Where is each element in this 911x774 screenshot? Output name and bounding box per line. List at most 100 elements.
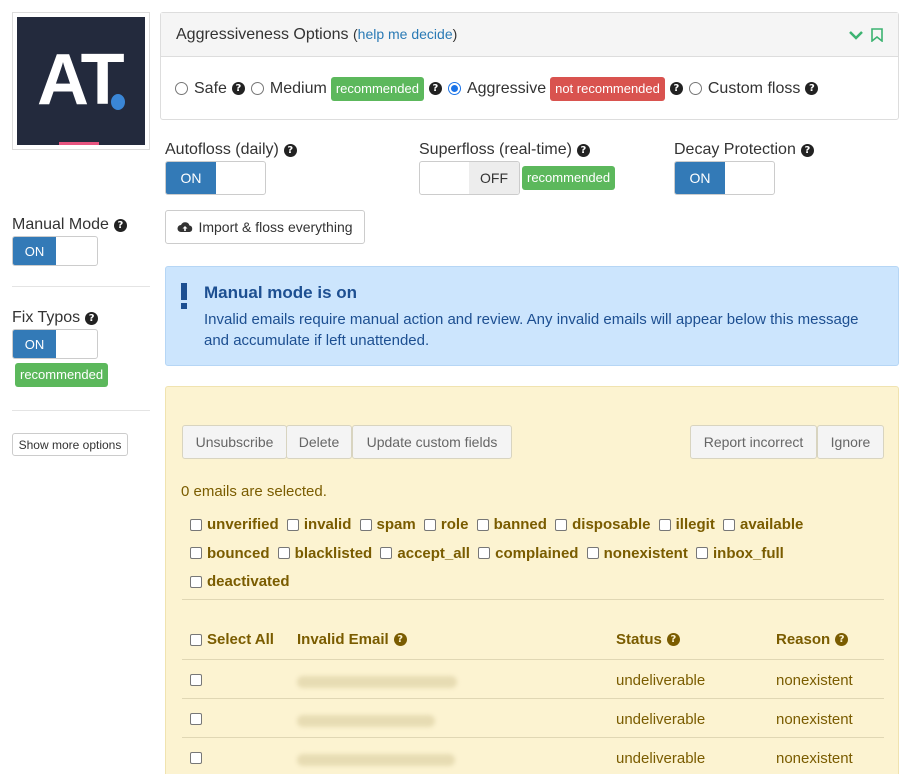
help-icon[interactable]: ? bbox=[576, 143, 590, 157]
blurred-email bbox=[297, 676, 457, 688]
delete-button[interactable]: Delete bbox=[286, 425, 352, 459]
show-more-options-button[interactable]: Show more options bbox=[12, 433, 128, 456]
filter-checkbox[interactable] bbox=[359, 518, 372, 531]
unsubscribe-button[interactable]: Unsubscribe bbox=[182, 425, 287, 459]
aggressiveness-options: Safe ? Medium recommended ? Aggressive n… bbox=[161, 57, 898, 120]
filter-checkbox[interactable] bbox=[722, 518, 735, 531]
filter-checkbox[interactable] bbox=[696, 547, 708, 559]
cloud-upload-icon bbox=[177, 222, 193, 232]
filter-inbox-full[interactable]: inbox_full bbox=[696, 540, 784, 567]
filter-label: banned bbox=[493, 516, 547, 533]
row-status: undeliverable bbox=[616, 711, 706, 728]
ignore-button[interactable]: Ignore bbox=[817, 425, 884, 459]
alert-text: Invalid emails require manual action and… bbox=[204, 311, 859, 349]
logo-text: AT bbox=[37, 40, 125, 120]
decay-protection-toggle[interactable]: ON bbox=[674, 161, 775, 195]
help-icon[interactable]: ? bbox=[428, 82, 442, 95]
help-icon[interactable]: ? bbox=[393, 633, 407, 646]
alert-title: Manual mode is on bbox=[204, 283, 358, 302]
radio-safe[interactable] bbox=[175, 82, 188, 95]
filter-role[interactable]: role bbox=[423, 511, 469, 538]
toggle-on-state: ON bbox=[13, 237, 56, 265]
update-custom-fields-button[interactable]: Update custom fields bbox=[352, 425, 512, 459]
filter-unverified[interactable]: unverified bbox=[190, 511, 279, 538]
manual-mode-toggle[interactable]: ON bbox=[12, 236, 98, 266]
row-reason: nonexistent bbox=[776, 672, 853, 689]
filter-checkbox[interactable] bbox=[190, 518, 202, 531]
filter-bounced[interactable]: bounced bbox=[190, 540, 270, 567]
select-all-checkbox[interactable] bbox=[190, 633, 202, 646]
help-suffix: ) bbox=[452, 25, 458, 42]
row-checkbox[interactable] bbox=[190, 752, 202, 764]
filter-checkbox[interactable] bbox=[380, 547, 393, 559]
filter-checkbox[interactable] bbox=[555, 518, 568, 531]
filter-accept-all[interactable]: accept_all bbox=[380, 540, 470, 567]
filter-disposable[interactable]: disposable bbox=[555, 511, 650, 538]
select-all-header[interactable]: Select All bbox=[190, 631, 274, 648]
option-safe[interactable]: Safe ? bbox=[175, 80, 245, 98]
selected-count-text: 0 emails are selected. bbox=[181, 483, 327, 500]
filter-complained[interactable]: complained bbox=[478, 540, 578, 567]
help-icon[interactable]: ? bbox=[283, 143, 297, 157]
filter-label: deactivated bbox=[207, 573, 290, 590]
recommended-badge: recommended bbox=[330, 76, 424, 101]
row-status: undeliverable bbox=[616, 672, 706, 689]
row-checkbox[interactable] bbox=[190, 713, 202, 725]
chevron-down-icon[interactable] bbox=[849, 30, 863, 40]
row-divider bbox=[182, 698, 884, 699]
option-custom-floss[interactable]: Custom floss ? bbox=[688, 80, 819, 98]
report-incorrect-button[interactable]: Report incorrect bbox=[690, 425, 817, 459]
filter-checkbox[interactable] bbox=[476, 518, 489, 531]
radio-custom-floss[interactable] bbox=[688, 82, 702, 95]
import-floss-button[interactable]: Import & floss everything bbox=[165, 210, 365, 244]
option-aggressive[interactable]: Aggressive not recommended ? bbox=[447, 76, 683, 101]
help-icon[interactable]: ? bbox=[231, 82, 245, 95]
filter-checkbox[interactable] bbox=[190, 575, 202, 588]
autofloss-toggle[interactable]: ON bbox=[165, 161, 266, 195]
filter-label: role bbox=[440, 516, 469, 533]
row-checkbox[interactable] bbox=[190, 674, 202, 686]
option-medium[interactable]: Medium recommended ? bbox=[250, 76, 442, 101]
help-icon[interactable]: ? bbox=[85, 311, 99, 325]
invalid-email-header-label: Invalid Email bbox=[297, 631, 389, 648]
filter-checkbox[interactable] bbox=[190, 547, 202, 559]
filter-checkbox[interactable] bbox=[478, 547, 491, 559]
filter-illegit[interactable]: illegit bbox=[658, 511, 715, 538]
filter-checkbox[interactable] bbox=[286, 518, 299, 531]
decay-label-text: Decay Protection bbox=[674, 141, 796, 158]
filter-checkbox[interactable] bbox=[277, 547, 290, 559]
filter-invalid[interactable]: invalid bbox=[286, 511, 351, 538]
filter-deactivated[interactable]: deactivated bbox=[190, 568, 290, 595]
aggressiveness-title: Aggressiveness Options (help me decide) bbox=[176, 26, 457, 44]
filter-blacklisted[interactable]: blacklisted bbox=[277, 540, 372, 567]
help-icon[interactable]: ? bbox=[113, 218, 127, 232]
filter-checkbox[interactable] bbox=[423, 518, 436, 531]
option-aggressive-label: Aggressive bbox=[466, 79, 547, 97]
radio-medium[interactable] bbox=[250, 82, 264, 95]
filters-divider bbox=[182, 599, 884, 600]
help-icon[interactable]: ? bbox=[805, 82, 819, 95]
help-icon[interactable]: ? bbox=[800, 143, 814, 157]
help-icon[interactable]: ? bbox=[835, 633, 849, 646]
filter-banned[interactable]: banned bbox=[476, 511, 547, 538]
not-recommended-badge: not recommended bbox=[550, 76, 665, 101]
blurred-email bbox=[297, 754, 455, 766]
filter-checkbox[interactable] bbox=[658, 518, 671, 531]
help-me-decide-link[interactable]: help me decide bbox=[358, 26, 453, 42]
superfloss-toggle[interactable]: OFF bbox=[419, 161, 520, 195]
filter-spam[interactable]: spam bbox=[359, 511, 416, 538]
fix-typos-label: Fix Typos? bbox=[12, 309, 99, 327]
filter-nonexistent[interactable]: nonexistent bbox=[586, 540, 688, 567]
filter-available[interactable]: available bbox=[722, 511, 803, 538]
option-medium-label: Medium bbox=[269, 79, 327, 97]
filter-checkbox[interactable] bbox=[586, 547, 599, 559]
sidebar-divider bbox=[12, 410, 150, 411]
help-icon[interactable]: ? bbox=[669, 82, 683, 95]
autofloss-label: Autofloss (daily)? bbox=[165, 141, 297, 159]
bookmark-icon[interactable] bbox=[871, 27, 883, 42]
help-icon[interactable]: ? bbox=[666, 633, 680, 646]
radio-aggressive[interactable] bbox=[447, 82, 461, 95]
fix-typos-toggle[interactable]: ON bbox=[12, 329, 98, 359]
logo-frame: AT bbox=[12, 12, 150, 150]
filter-label: inbox_full bbox=[713, 544, 784, 562]
